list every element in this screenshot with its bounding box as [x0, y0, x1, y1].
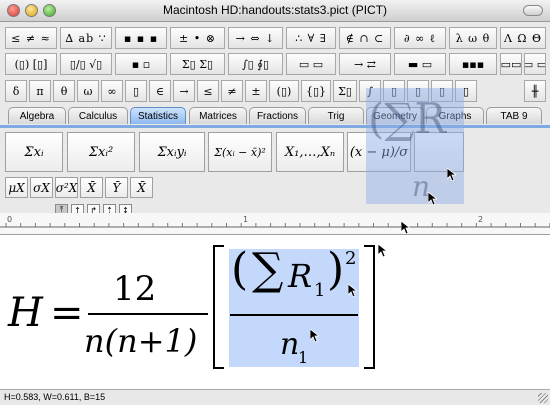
equation-equals: = — [50, 290, 84, 336]
tab-statistics[interactable]: Statistics — [130, 107, 186, 124]
cursor-arrow-icon — [447, 168, 456, 181]
script-templates[interactable]: ▪ ▫ — [115, 53, 167, 75]
tab-bar: Algebra Calculus Statistics Matrices Fra… — [0, 107, 550, 125]
status-bar: H=0.583, W=0.611, B=15 — [0, 389, 550, 405]
window-title: Macintosh HD:handouts:stats3.pict (PICT) — [162, 3, 388, 17]
tab-trig[interactable]: Trig — [308, 107, 364, 124]
matrix-templates[interactable]: ▪▪▪ — [449, 53, 497, 75]
r-variable: R — [288, 257, 313, 295]
sum-small-template[interactable]: Σ▯ — [333, 80, 357, 102]
equation-toolbar: ≤ ≠ ≈ ∆ ab ∵ ▪ ▪ ▪ ± • ⊗ → ⇔ ↓ ∴ ∀ ∃ ∉ ∩… — [0, 22, 550, 235]
plus-minus-symbol[interactable]: ± — [245, 80, 267, 102]
tab-matrices[interactable]: Matrices — [189, 107, 247, 124]
fence-templates[interactable]: (▯) [▯] — [5, 53, 57, 75]
x-bar-symbol-2[interactable]: X̄ — [130, 177, 153, 198]
omega-symbol[interactable]: ω — [77, 80, 99, 102]
tab-underline — [0, 125, 550, 128]
relational-palette[interactable]: ≤ ≠ ≈ — [5, 27, 57, 49]
theta-symbol[interactable]: θ — [53, 80, 75, 102]
brace-template[interactable]: {▯} — [301, 80, 331, 102]
sum-xy-template[interactable]: Σxᵢyᵢ — [139, 132, 205, 172]
title-bar: Macintosh HD:handouts:stats3.pict (PICT) — [0, 0, 550, 22]
ruler: 0 1 2 — [0, 213, 550, 235]
cursor-arrow-icon-3 — [401, 221, 410, 234]
status-text: H=0.583, W=0.611, B=15 — [4, 392, 106, 402]
sum-x-template[interactable]: Σxᵢ — [5, 132, 63, 172]
tab-algebra[interactable]: Algebra — [8, 107, 66, 124]
equation-lhs: H — [8, 290, 43, 336]
y-bar-symbol[interactable]: Ȳ — [105, 177, 128, 198]
misc-symbols-palette[interactable]: ∂ ∞ ℓ — [394, 27, 446, 49]
drag-preview-paren: (∑R — [368, 94, 446, 143]
embellishments-palette[interactable]: ▪ ▪ ▪ — [115, 27, 167, 49]
ruler-label-0: 0 — [7, 215, 13, 224]
sum-open-paren: ( — [231, 244, 249, 295]
equation-numerator: 12 — [113, 269, 157, 309]
mu-x-symbol[interactable]: μX — [5, 177, 28, 198]
greek-lower-palette[interactable]: λ ω θ — [449, 27, 497, 49]
r-subscript: 1 — [314, 280, 326, 301]
operators-palette[interactable]: ± • ⊗ — [170, 27, 225, 49]
cursor-arrow-icon-6 — [310, 329, 319, 342]
toolbar-toggle-button[interactable] — [523, 5, 543, 16]
product-templates[interactable]: ▬ ▭ — [394, 53, 446, 75]
right-arrow-symbol[interactable]: → — [173, 80, 195, 102]
spaces-palette[interactable]: ∆ ab ∵ — [60, 27, 112, 49]
ruler-label-1: 1 — [243, 215, 249, 224]
sum-close-paren: ) — [327, 244, 345, 295]
tab-fractions[interactable]: Fractions — [249, 107, 306, 124]
cursor-arrow-icon-5 — [348, 284, 357, 297]
summation-sign: ∑ — [252, 244, 284, 295]
sigma-squared-x-symbol[interactable]: σ²X — [55, 177, 78, 198]
fraction-small-template[interactable]: ▯ — [125, 80, 147, 102]
sum-deviation-squared-template[interactable]: Σ(xᵢ − x̄)² — [208, 132, 272, 172]
denominator-n: n — [280, 327, 300, 362]
sigma-x-symbol[interactable]: σX — [30, 177, 53, 198]
sample-list-template[interactable]: X₁,…,Xₙ — [276, 132, 344, 172]
delta-symbol[interactable]: δ — [5, 80, 27, 102]
x-bar-symbol[interactable]: X̄ — [80, 177, 103, 198]
ruler-label-2: 2 — [478, 215, 484, 224]
equation-denominator: n(n+1) — [84, 322, 198, 360]
box-template-1[interactable]: ▭▭ — [500, 53, 522, 75]
denominator-subscript: 1 — [298, 348, 309, 367]
infinity-symbol[interactable]: ∞ — [101, 80, 123, 102]
arrows-palette[interactable]: → ⇔ ↓ — [228, 27, 283, 49]
fraction-radical-templates[interactable]: ▯/▯ √▯ — [60, 53, 112, 75]
sum-x-squared-template[interactable]: Σxᵢ² — [67, 132, 135, 172]
summation-templates[interactable]: Σ▯ Σ▯ — [170, 53, 225, 75]
cursor-arrow-icon-2 — [428, 192, 437, 205]
not-equal-symbol[interactable]: ≠ — [221, 80, 243, 102]
double-bar-template[interactable]: ╫ — [524, 80, 546, 102]
bar-templates[interactable]: ▭ ▭ — [286, 53, 336, 75]
cursor-arrow-icon-4 — [378, 244, 387, 257]
box-template-2[interactable]: ▭ ▭ — [524, 53, 546, 75]
greek-upper-palette[interactable]: Λ Ω Θ — [500, 27, 546, 49]
arrow-templates[interactable]: → ⇄ — [339, 53, 391, 75]
exponent-2: 2 — [345, 248, 357, 269]
pi-symbol[interactable]: π — [29, 80, 51, 102]
logical-palette[interactable]: ∴ ∀ ∃ — [286, 27, 336, 49]
less-equal-symbol[interactable]: ≤ — [197, 80, 219, 102]
integral-templates[interactable]: ∫▯ ∮▯ — [228, 53, 283, 75]
ruler-ticks — [0, 223, 550, 228]
tab-calculus[interactable]: Calculus — [68, 107, 128, 124]
set-theory-palette[interactable]: ∉ ∩ ⊂ — [339, 27, 391, 49]
main-fraction-bar — [88, 313, 208, 315]
paren-template[interactable]: (▯) — [269, 80, 299, 102]
tab-9[interactable]: TAB 9 — [486, 107, 542, 124]
element-of-symbol[interactable]: ∈ — [149, 80, 171, 102]
resize-grip-icon[interactable] — [538, 393, 548, 403]
